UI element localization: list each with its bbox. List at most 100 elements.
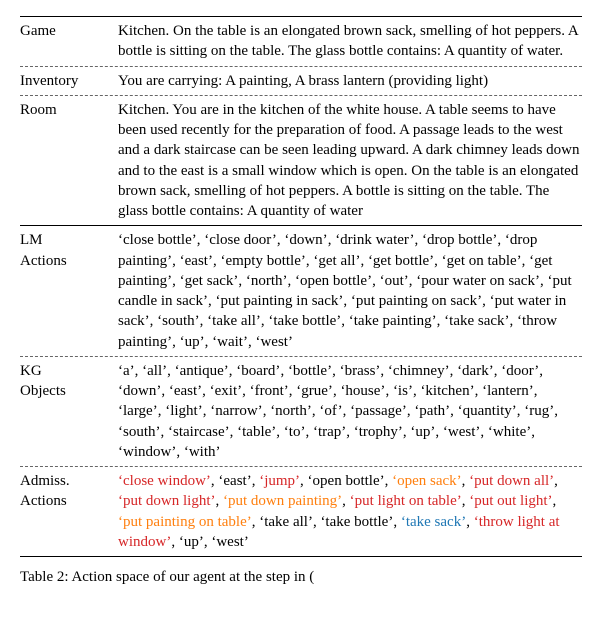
list-item: ‘front’ bbox=[250, 383, 289, 399]
list-item: ‘open sack’ bbox=[392, 473, 462, 489]
list-item: ‘take painting’ bbox=[349, 313, 437, 329]
caption-text: Action space of our agent at the step in… bbox=[69, 569, 315, 585]
list-item: ‘passage’ bbox=[350, 403, 407, 419]
list-item: ‘take bottle’ bbox=[320, 514, 393, 530]
action-space-table: Game Kitchen. On the table is an elongat… bbox=[20, 16, 582, 557]
list-item: ‘all’ bbox=[142, 363, 167, 379]
list-item: ‘get on table’ bbox=[442, 253, 522, 269]
row-kg-objects: KG Objects ‘a’, ‘all’, ‘antique’, ‘board… bbox=[20, 356, 582, 466]
label-room: Room bbox=[20, 96, 118, 124]
label-admiss-actions: Admiss. Actions bbox=[20, 467, 118, 516]
value-game: Kitchen. On the table is an elongated br… bbox=[118, 17, 582, 66]
list-item: ‘put painting on table’ bbox=[118, 514, 252, 530]
list-item: ‘down’ bbox=[284, 232, 327, 248]
list-item: ‘door’ bbox=[501, 363, 539, 379]
label-kg-objects: KG Objects bbox=[20, 357, 118, 406]
list-item: ‘put painting on sack’ bbox=[351, 293, 482, 309]
list-item: ‘put down light’ bbox=[118, 493, 216, 509]
list-item: ‘dark’ bbox=[457, 363, 494, 379]
label-inventory: Inventory bbox=[20, 67, 118, 95]
list-item: ‘window’ bbox=[118, 444, 176, 460]
list-item: ‘up’ bbox=[180, 334, 205, 350]
list-item: ‘east’ bbox=[169, 383, 202, 399]
list-item: ‘take sack’ bbox=[401, 514, 466, 530]
list-item: ‘a’ bbox=[118, 363, 135, 379]
list-item: ‘get all’ bbox=[313, 253, 360, 269]
list-item: ‘board’ bbox=[236, 363, 280, 379]
list-item: ‘chimney’ bbox=[388, 363, 450, 379]
table-caption: Table 2: Action space of our agent at th… bbox=[20, 567, 582, 587]
list-item: ‘bottle’ bbox=[288, 363, 332, 379]
list-item: ‘pour water on sack’ bbox=[416, 273, 540, 289]
list-item: ‘north’ bbox=[246, 273, 288, 289]
list-item: ‘west’ bbox=[255, 334, 293, 350]
section-actions: LM Actions ‘close bottle’, ‘close door’,… bbox=[20, 225, 582, 556]
list-item: ‘open bottle’ bbox=[308, 473, 385, 489]
list-item: ‘empty bottle’ bbox=[220, 253, 305, 269]
row-admiss-actions: Admiss. Actions ‘close window’, ‘east’, … bbox=[20, 466, 582, 556]
list-item: ‘north’ bbox=[270, 403, 312, 419]
list-item: ‘is’ bbox=[393, 383, 413, 399]
list-item: ‘put out light’ bbox=[469, 493, 552, 509]
caption-label: Table 2: bbox=[20, 569, 69, 585]
list-item: ‘close door’ bbox=[204, 232, 277, 248]
list-item: ‘up’ bbox=[410, 424, 435, 440]
list-item: ‘get bottle’ bbox=[368, 253, 434, 269]
list-item: ‘take all’ bbox=[207, 313, 261, 329]
value-room: Kitchen. You are in the kitchen of the w… bbox=[118, 96, 582, 226]
list-item: ‘kitchen’ bbox=[420, 383, 474, 399]
list-item: ‘east’ bbox=[218, 473, 251, 489]
list-item: ‘staircase’ bbox=[168, 424, 230, 440]
list-item: ‘east’ bbox=[180, 253, 213, 269]
value-admiss-actions: ‘close window’, ‘east’, ‘jump’, ‘open bo… bbox=[118, 467, 582, 556]
list-item: ‘take sack’ bbox=[444, 313, 509, 329]
list-item: ‘south’ bbox=[118, 424, 161, 440]
list-item: ‘close window’ bbox=[118, 473, 211, 489]
list-item: ‘to’ bbox=[284, 424, 306, 440]
list-item: ‘open bottle’ bbox=[295, 273, 372, 289]
row-inventory: Inventory You are carrying: A painting, … bbox=[20, 66, 582, 95]
value-kg-objects: ‘a’, ‘all’, ‘antique’, ‘board’, ‘bottle’… bbox=[118, 357, 582, 466]
list-item: ‘brass’ bbox=[340, 363, 381, 379]
list-item: ‘close bottle’ bbox=[118, 232, 197, 248]
list-item: ‘grue’ bbox=[296, 383, 333, 399]
list-item: ‘drink water’ bbox=[335, 232, 414, 248]
list-item: ‘exit’ bbox=[210, 383, 242, 399]
list-item: ‘trap’ bbox=[313, 424, 346, 440]
row-game: Game Kitchen. On the table is an elongat… bbox=[20, 17, 582, 66]
list-item: ‘put down painting’ bbox=[223, 493, 342, 509]
list-item: ‘path’ bbox=[414, 403, 450, 419]
list-item: ‘put down all’ bbox=[469, 473, 554, 489]
list-item: ‘table’ bbox=[237, 424, 276, 440]
list-item: ‘west’ bbox=[211, 534, 249, 550]
row-lm-actions: LM Actions ‘close bottle’, ‘close door’,… bbox=[20, 226, 582, 356]
list-item: ‘down’ bbox=[118, 383, 161, 399]
list-item: ‘wait’ bbox=[212, 334, 248, 350]
section-context: Game Kitchen. On the table is an elongat… bbox=[20, 17, 582, 225]
list-item: ‘take bottle’ bbox=[268, 313, 341, 329]
list-item: ‘narrow’ bbox=[210, 403, 262, 419]
list-item: ‘lantern’ bbox=[482, 383, 534, 399]
list-item: ‘put painting in sack’ bbox=[215, 293, 343, 309]
list-item: ‘take all’ bbox=[259, 514, 313, 530]
list-item: ‘house’ bbox=[340, 383, 385, 399]
label-game: Game bbox=[20, 17, 118, 45]
value-inventory: You are carrying: A painting, A brass la… bbox=[118, 67, 582, 95]
list-item: ‘get sack’ bbox=[180, 273, 239, 289]
list-item: ‘white’ bbox=[488, 424, 531, 440]
list-item: ‘out’ bbox=[380, 273, 409, 289]
list-item: ‘antique’ bbox=[175, 363, 229, 379]
list-item: ‘put light on table’ bbox=[350, 493, 462, 509]
list-item: ‘of’ bbox=[319, 403, 342, 419]
label-lm-actions: LM Actions bbox=[20, 226, 118, 275]
list-item: ‘south’ bbox=[157, 313, 200, 329]
list-item: ‘quantity’ bbox=[458, 403, 517, 419]
list-item: ‘west’ bbox=[443, 424, 481, 440]
list-item: ‘large’ bbox=[118, 403, 158, 419]
list-item: ‘rug’ bbox=[524, 403, 554, 419]
list-item: ‘drop bottle’ bbox=[422, 232, 497, 248]
list-item: ‘light’ bbox=[165, 403, 203, 419]
list-item: ‘up’ bbox=[179, 534, 204, 550]
value-lm-actions: ‘close bottle’, ‘close door’, ‘down’, ‘d… bbox=[118, 226, 582, 356]
list-item: ‘jump’ bbox=[259, 473, 300, 489]
